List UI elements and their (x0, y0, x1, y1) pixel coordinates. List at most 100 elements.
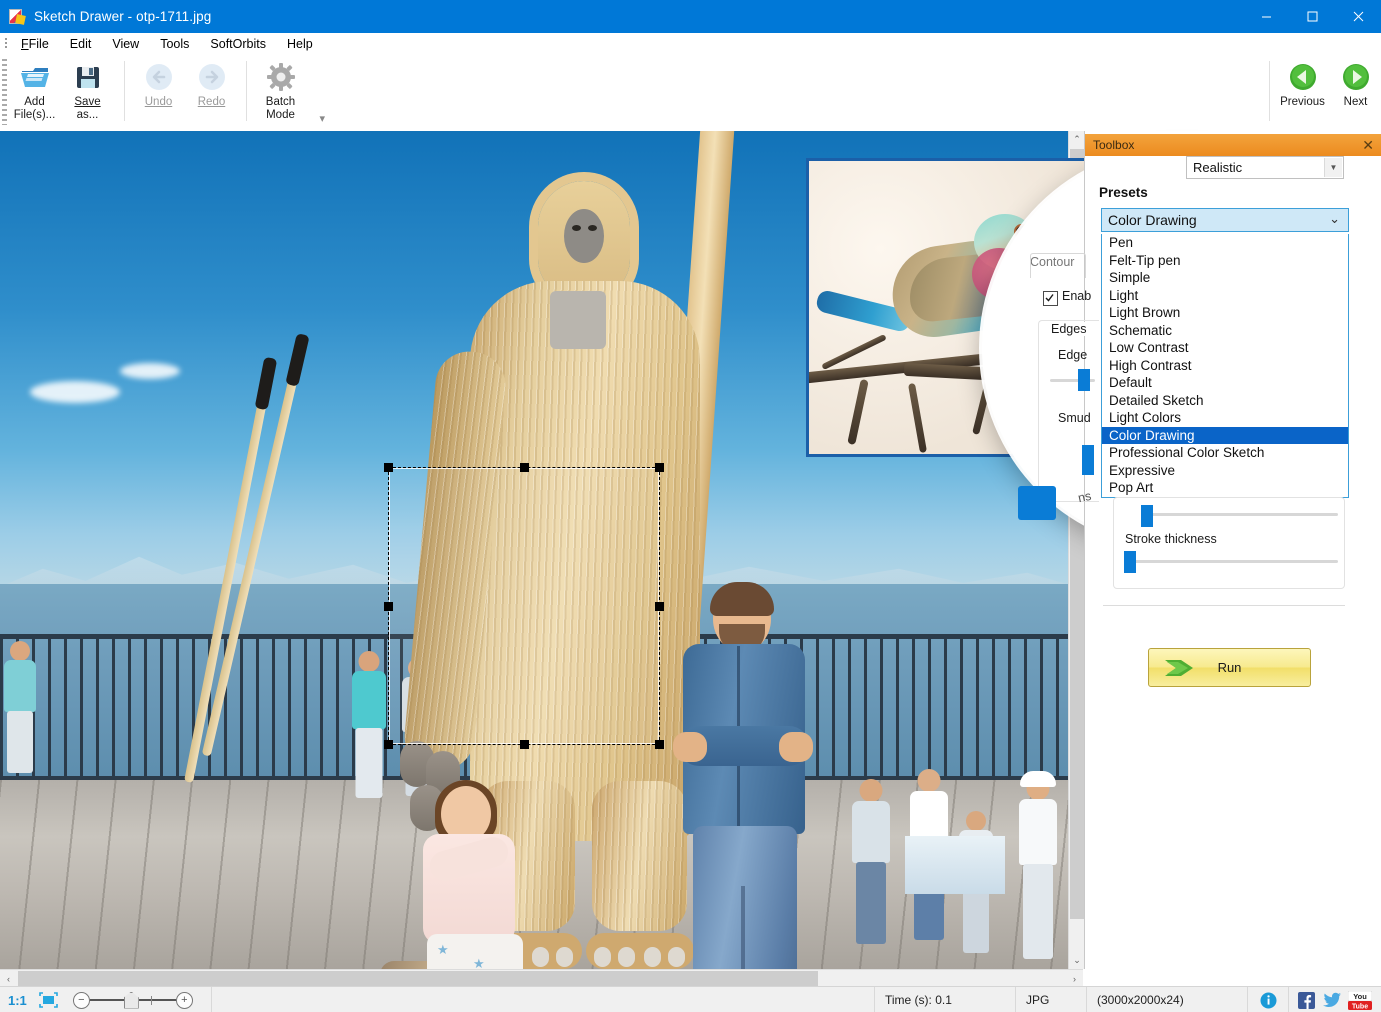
close-icon[interactable]: ✕ (1362, 136, 1374, 154)
chevron-down-icon[interactable]: ⌄ (1329, 211, 1340, 227)
status-bar: 1:1 − + Time (s): 0.1 JPG (3000x2000x24) (0, 986, 1381, 1012)
preset-option[interactable]: Schematic (1102, 322, 1348, 340)
menu-help-label: Help (286, 37, 313, 51)
toolbar-grip[interactable] (2, 59, 7, 125)
maximize-button[interactable] (1289, 0, 1335, 33)
stroke-thickness-label: Stroke thickness (1125, 532, 1217, 546)
zoom-in-button[interactable]: + (175, 991, 193, 1009)
toolbox-header: Toolbox ✕ (1085, 134, 1381, 156)
preset-dropdown-list[interactable]: Pen Felt-Tip pen Simple Light Light Brow… (1101, 234, 1349, 498)
enable-checkbox[interactable] (1043, 291, 1058, 306)
stroke-thickness-track[interactable] (1131, 560, 1338, 563)
svg-text:You: You (1353, 992, 1367, 1001)
scroll-left-button[interactable]: ‹ (0, 970, 17, 987)
open-folder-icon (19, 61, 51, 93)
zoom-slider[interactable]: − + (63, 987, 212, 1012)
facebook-icon[interactable] (1293, 987, 1319, 1012)
chevron-down-icon[interactable]: ▼ (1324, 158, 1342, 177)
style-combo-value: Realistic (1193, 160, 1243, 175)
save-as-button[interactable]: Save as... (61, 57, 114, 127)
preset-option[interactable]: Pop Art (1102, 479, 1348, 497)
divider (1103, 605, 1345, 606)
run-button[interactable]: Run (1148, 648, 1311, 687)
stroke-thickness-thumb[interactable] (1124, 551, 1136, 573)
preset-option[interactable]: Light (1102, 287, 1348, 305)
scroll-right-button[interactable]: › (1066, 970, 1083, 987)
preset-combo[interactable]: Color Drawing ⌄ (1101, 208, 1349, 232)
close-button[interactable] (1335, 0, 1381, 33)
add-files-label: Add File(s)... (13, 96, 56, 121)
menu-bar: FFile Edit View Tools SoftOrbits Help (0, 33, 1381, 55)
application-window: Sketch Drawer - otp-1711.jpg FFile Edit … (0, 0, 1381, 1012)
preset-option[interactable]: Default (1102, 374, 1348, 392)
preset-option[interactable]: Pen (1102, 234, 1348, 252)
preset-option[interactable]: Low Contrast (1102, 339, 1348, 357)
upper-slider-thumb[interactable] (1141, 505, 1153, 527)
style-combo[interactable]: Realistic ▼ (1186, 156, 1344, 179)
fit-to-window-icon[interactable] (35, 992, 63, 1008)
smudge-slider-label: Smud (1058, 411, 1091, 425)
preset-option-selected[interactable]: Color Drawing (1102, 426, 1348, 444)
batch-mode-label: Batch Mode (265, 96, 296, 121)
previous-button[interactable]: Previous (1276, 57, 1329, 127)
undo-label: Undo (144, 96, 173, 108)
ns-slider-thumb[interactable] (1018, 486, 1056, 520)
next-label: Next (1343, 96, 1368, 108)
preset-option[interactable]: Detailed Sketch (1102, 392, 1348, 410)
preset-combo-value: Color Drawing (1108, 212, 1197, 228)
run-button-label: Run (1217, 660, 1242, 675)
preset-option[interactable]: Light Brown (1102, 304, 1348, 322)
person (0, 641, 40, 791)
window-controls (1243, 0, 1381, 33)
twitter-icon[interactable] (1319, 987, 1345, 1012)
minimize-button[interactable] (1243, 0, 1289, 33)
toolbar-separator-2 (246, 61, 247, 121)
horizontal-scroll-thumb[interactable] (18, 971, 818, 986)
green-right-arrow-icon (1341, 61, 1371, 93)
next-button[interactable]: Next (1329, 57, 1381, 127)
redo-button[interactable]: Redo (185, 57, 238, 127)
person (348, 651, 390, 811)
upper-slider-track[interactable] (1148, 513, 1338, 516)
zoom-slider-thumb[interactable] (123, 991, 139, 1009)
selection-marquee[interactable] (384, 463, 664, 749)
zoom-out-button[interactable]: − (72, 991, 90, 1009)
title-bar: Sketch Drawer - otp-1711.jpg (0, 0, 1381, 33)
contour-tab-frame[interactable] (1030, 253, 1086, 278)
menu-help[interactable]: Help (277, 34, 324, 54)
preset-option[interactable]: Light Colors (1102, 409, 1348, 427)
batch-mode-button[interactable]: Batch Mode (254, 57, 307, 127)
processing-time: Time (s): 0.1 (874, 987, 1016, 1012)
add-files-button[interactable]: Add File(s)... (8, 57, 61, 127)
toolbar-navigation-group: Previous Next ▾ (1276, 57, 1381, 127)
menu-view[interactable]: View (102, 34, 150, 54)
undo-button[interactable]: Undo (132, 57, 185, 127)
enable-checkbox-label: Enab (1062, 289, 1092, 303)
info-icon[interactable] (1248, 987, 1289, 1012)
toolbar-overflow-button[interactable]: ▾ (319, 112, 325, 125)
edge-slider-thumb[interactable] (1078, 369, 1090, 391)
menu-softorbits[interactable]: SoftOrbits (200, 34, 277, 54)
scroll-down-button[interactable]: ⌄ (1069, 952, 1085, 969)
menu-tools[interactable]: Tools (150, 34, 200, 54)
toolbar-history-group: Undo Redo (132, 57, 238, 127)
preset-option[interactable]: Felt-Tip pen (1102, 252, 1348, 270)
menu-file[interactable]: FFile (11, 34, 60, 54)
preset-option[interactable]: High Contrast (1102, 357, 1348, 375)
canvas-horizontal-scrollbar[interactable]: ‹ › (0, 969, 1083, 987)
person (1012, 771, 1064, 969)
preset-option[interactable]: Simple (1102, 269, 1348, 287)
smudge-slider-thumb[interactable] (1082, 445, 1094, 475)
partial-label: ns (1076, 488, 1093, 506)
preset-option[interactable]: Expressive (1102, 462, 1348, 480)
scroll-up-button[interactable]: ⌃ (1069, 131, 1085, 148)
menu-edit[interactable]: Edit (60, 34, 103, 54)
app-icon (9, 8, 26, 25)
menu-softorbits-label: SoftOrbits (210, 37, 266, 51)
toolbar: Add File(s)... Save as... Undo Redo Batc… (0, 55, 1381, 132)
menu-view-label: View (112, 37, 140, 51)
redo-arrow-icon (197, 61, 227, 93)
preset-option[interactable]: Professional Color Sketch (1102, 444, 1348, 462)
youtube-icon[interactable]: You Tube (1345, 987, 1375, 1012)
previous-label: Previous (1280, 96, 1325, 108)
